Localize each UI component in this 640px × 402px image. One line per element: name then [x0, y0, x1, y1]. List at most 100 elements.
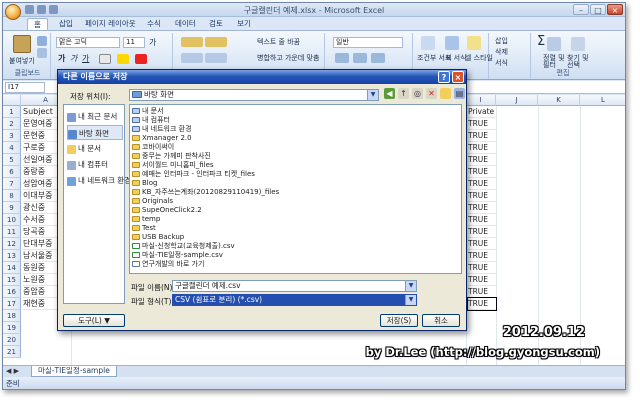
font-size-combo[interactable]: 11	[123, 37, 145, 48]
file-item[interactable]: 서이월드 미니홈피_files	[132, 161, 214, 170]
cell-i[interactable]: TRUE	[468, 154, 496, 166]
file-item[interactable]: 마실-신청학교(교육청제출).csv	[132, 242, 235, 251]
views-icon[interactable]: ▤	[454, 88, 465, 99]
row-header[interactable]: 5	[3, 154, 21, 166]
file-item[interactable]: 내 문서	[132, 107, 164, 116]
file-item[interactable]: 연구개발의 바로 가기	[132, 260, 204, 269]
cell-i[interactable]: TRUE	[467, 297, 497, 311]
cell-i[interactable]: TRUE	[468, 286, 496, 298]
font-grow-icon[interactable]: 가	[149, 37, 156, 48]
column-header[interactable]: K	[538, 95, 580, 106]
copy-icon[interactable]	[37, 48, 47, 58]
tab-home[interactable]: 홈	[27, 18, 48, 30]
row-header[interactable]: 19	[3, 322, 21, 334]
row-header[interactable]: 20	[3, 334, 21, 346]
italic-icon[interactable]: 가	[70, 53, 77, 64]
tab-data[interactable]: 데이터	[169, 18, 202, 30]
row-header[interactable]: 13	[3, 250, 21, 262]
sort-filter-icon[interactable]	[547, 37, 561, 51]
row-header[interactable]: 7	[3, 178, 21, 190]
cell-i[interactable]: TRUE	[468, 142, 496, 154]
file-item[interactable]: 코바이써이	[132, 143, 174, 152]
cancel-button[interactable]: 취소	[422, 314, 460, 327]
file-item[interactable]: temp	[132, 215, 160, 224]
chevron-down-icon[interactable]: ▼	[367, 90, 378, 100]
place-recent[interactable]: 내 최근 문서	[67, 109, 123, 124]
row-header[interactable]: 18	[3, 310, 21, 322]
number-format-combo[interactable]: 일반	[333, 37, 403, 48]
new-folder-icon[interactable]	[440, 88, 451, 99]
file-item[interactable]: Originals	[132, 197, 173, 206]
filetype-select[interactable]: CSV (쉼표로 분리) (*.csv) ▼	[172, 294, 417, 306]
row-header[interactable]: 15	[3, 274, 21, 286]
cell-i[interactable]: TRUE	[468, 274, 496, 286]
row-header[interactable]: 21	[3, 346, 21, 358]
cell-i[interactable]: TRUE	[468, 262, 496, 274]
file-item[interactable]: KB_자주쓰는계좌(20120829110419)_files	[132, 188, 279, 197]
file-item[interactable]: 마실-TIE일정-sample.csv	[132, 251, 223, 260]
row-header[interactable]: 14	[3, 262, 21, 274]
sum-icon[interactable]: Σ	[537, 34, 545, 49]
cell-style-button[interactable]: 셀 스타일	[465, 53, 493, 63]
align-top-icon[interactable]	[181, 37, 203, 47]
file-item[interactable]: SupeOneClick2.2	[132, 206, 202, 215]
file-item[interactable]: 내 네트워크 환경	[132, 125, 192, 134]
tools-button[interactable]: 도구(L) ▼	[63, 314, 125, 327]
row-header[interactable]: 16	[3, 286, 21, 298]
cell-style-icon[interactable]	[467, 36, 481, 50]
name-box[interactable]: I17	[5, 82, 45, 93]
up-folder-icon[interactable]: ↑	[398, 88, 409, 99]
select-all-corner[interactable]	[3, 95, 21, 106]
cell-i[interactable]: TRUE	[468, 190, 496, 202]
border-icon[interactable]	[99, 54, 111, 64]
minimize-button[interactable]: –	[573, 4, 589, 15]
cell-i[interactable]: TRUE	[468, 118, 496, 130]
row-header[interactable]: 8	[3, 190, 21, 202]
fill-color-icon[interactable]	[117, 54, 129, 64]
percent-icon[interactable]	[353, 53, 367, 63]
sheet-tab[interactable]: 마실-TIE일정-sample	[31, 366, 117, 377]
table-format-button[interactable]: 표 서식	[445, 53, 467, 63]
file-item[interactable]: Xmanager 2.0	[132, 134, 192, 143]
file-list[interactable]: 내 문서 내 컴퓨터 내 네트워크 환경 Xmanager 2.0 코바이써이 중무는 가…	[129, 104, 462, 274]
look-in-combo[interactable]: 바탕 화면 ▼	[129, 89, 379, 101]
place-desktop[interactable]: 바탕 화면	[67, 125, 123, 140]
cell-i[interactable]: TRUE	[468, 238, 496, 250]
cell-i[interactable]: TRUE	[468, 226, 496, 238]
file-item[interactable]: 내 컴퓨터	[132, 116, 170, 125]
file-item[interactable]: 예매는 인터파크 - 인터파크 티켓_files	[132, 170, 255, 179]
cell-i[interactable]: TRUE	[468, 250, 496, 262]
insert-cells-button[interactable]: 삽입	[495, 36, 508, 46]
save-button[interactable]: 저장(S)	[380, 314, 418, 327]
row-header[interactable]: 2	[3, 118, 21, 130]
delete-icon[interactable]: ✕	[426, 88, 437, 99]
row-header[interactable]: 11	[3, 226, 21, 238]
column-header[interactable]: J	[496, 95, 538, 106]
file-item[interactable]: USB Backup	[132, 233, 184, 242]
file-item[interactable]: Blog	[132, 179, 157, 188]
cell-i[interactable]: TRUE	[468, 202, 496, 214]
row-header[interactable]: 9	[3, 202, 21, 214]
merge-center-button[interactable]: 병합하고 가운데 맞춤	[257, 53, 319, 63]
back-icon[interactable]: ◀	[384, 88, 395, 99]
cell-i[interactable]: TRUE	[468, 130, 496, 142]
chevron-down-icon[interactable]: ▼	[405, 281, 416, 291]
tab-insert[interactable]: 삽입	[53, 18, 79, 30]
font-color-icon[interactable]	[135, 54, 147, 64]
sheet-nav-icon[interactable]: ◀ ▶	[6, 367, 19, 375]
currency-icon[interactable]	[335, 53, 349, 63]
row-header[interactable]: 3	[3, 130, 21, 142]
font-name-combo[interactable]: 맑은 고딕	[56, 37, 120, 48]
row-header[interactable]: 12	[3, 238, 21, 250]
cell-i[interactable]: TRUE	[468, 214, 496, 226]
comma-icon[interactable]	[371, 53, 385, 63]
filename-input[interactable]: 구글캘린더 예제.csv ▼	[172, 280, 417, 292]
table-format-icon[interactable]	[445, 36, 459, 50]
sort-filter-button[interactable]: 정렬 및 필터	[543, 55, 567, 69]
tab-review[interactable]: 검토	[203, 18, 229, 30]
place-my-computer[interactable]: 내 컴퓨터	[67, 157, 123, 172]
tab-page-layout[interactable]: 페이지 레이아웃	[79, 18, 142, 30]
delete-cells-button[interactable]: 삭제	[495, 47, 508, 57]
bold-icon[interactable]: 가	[58, 53, 65, 64]
paste-button[interactable]	[13, 35, 31, 53]
